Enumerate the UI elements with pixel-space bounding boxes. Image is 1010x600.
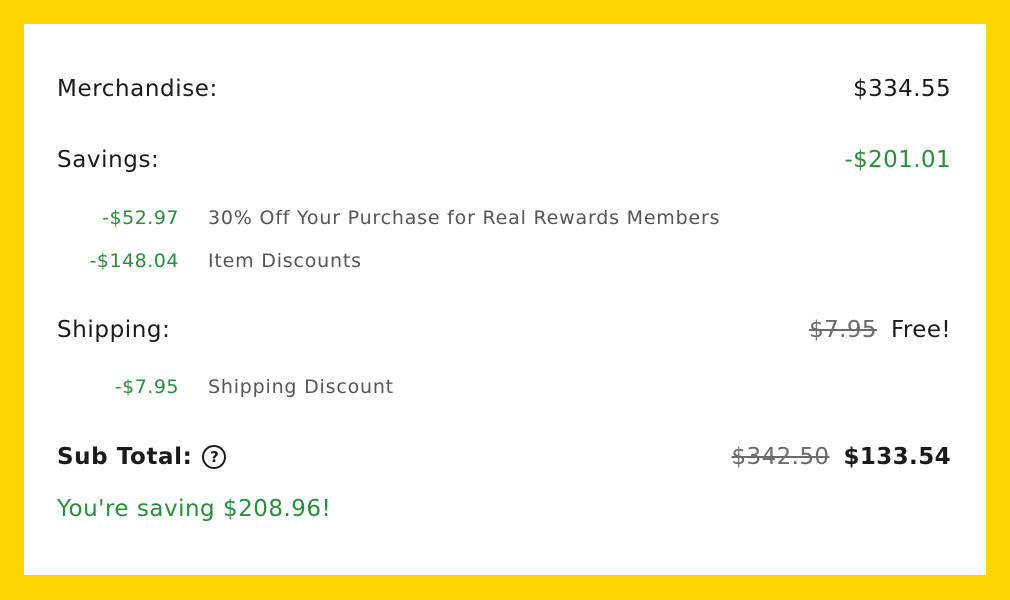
subtotal-label: Sub Total:	[57, 444, 193, 470]
help-icon[interactable]: ?	[202, 445, 227, 469]
total-savings-message: You're saving $208.96!	[57, 496, 332, 522]
shipping-row: Shipping: $7.95 Free!	[57, 317, 951, 343]
merchandise-label: Merchandise:	[57, 76, 218, 102]
shipping-detail-description: Shipping Discount	[208, 376, 394, 398]
savings-detail-item: -$52.97 30% Off Your Purchase for Real R…	[57, 207, 720, 229]
subtotal-label-group: Sub Total: ?	[57, 444, 227, 470]
savings-row: Savings: -$201.01	[57, 147, 951, 173]
savings-amount: -$201.01	[844, 147, 951, 173]
subtotal-amount-group: $342.50 $133.54	[732, 444, 951, 470]
savings-detail-description: Item Discounts	[208, 250, 362, 272]
shipping-detail-item: -$7.95 Shipping Discount	[57, 376, 394, 398]
subtotal-original-price: $342.50	[731, 444, 830, 470]
order-summary-card: Merchandise: $334.55 Savings: -$201.01 -…	[24, 24, 986, 575]
shipping-detail-amount: -$7.95	[114, 376, 179, 398]
subtotal-amount: $133.54	[843, 444, 951, 470]
savings-detail-amount: -$148.04	[89, 250, 179, 272]
shipping-label: Shipping:	[57, 317, 171, 343]
shipping-free-value: Free!	[890, 317, 951, 343]
savings-label: Savings:	[57, 147, 160, 173]
savings-detail-item: -$148.04 Item Discounts	[57, 250, 362, 272]
savings-detail-description: 30% Off Your Purchase for Real Rewards M…	[208, 207, 721, 229]
savings-detail-amount: -$52.97	[102, 207, 179, 229]
shipping-original-price: $7.95	[809, 317, 877, 343]
shipping-amount-group: $7.95 Free!	[809, 317, 951, 343]
merchandise-amount: $334.55	[853, 76, 951, 102]
merchandise-row: Merchandise: $334.55	[57, 76, 951, 102]
subtotal-row: Sub Total: ? $342.50 $133.54	[57, 444, 951, 470]
